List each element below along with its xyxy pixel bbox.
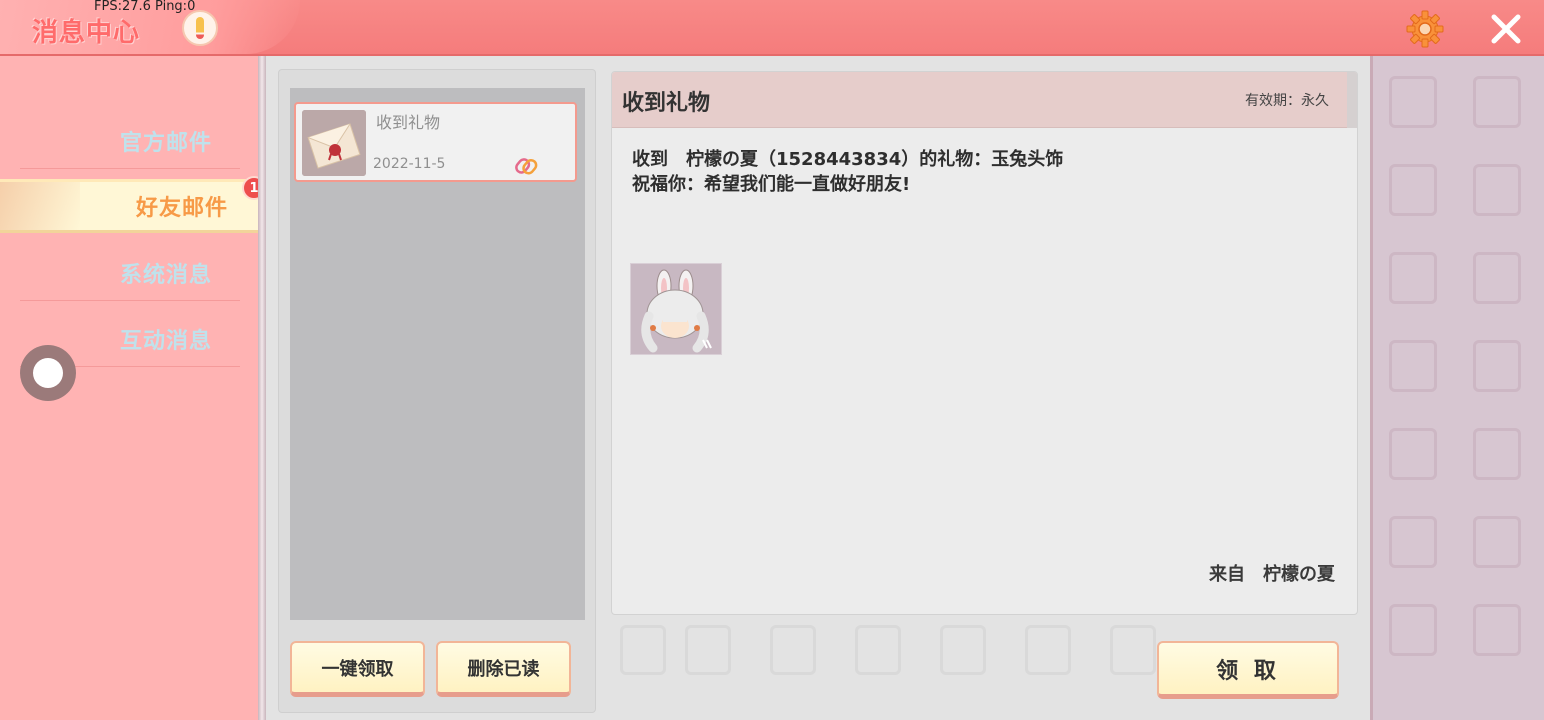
- decorative-background-strip: [1370, 56, 1544, 720]
- active-tab-decoration: [0, 182, 80, 230]
- mail-subject: 收到礼物: [376, 113, 441, 132]
- bunny-headwear-icon: [631, 264, 721, 354]
- sidebar-item-label: 官方邮件: [119, 131, 212, 156]
- mail-detail-title: 收到礼物: [622, 91, 711, 116]
- page-title: 消息中心: [32, 18, 141, 48]
- sidebar-item-label: 互动消息: [119, 329, 212, 354]
- sidebar-item-label: 系统消息: [119, 263, 212, 288]
- sidebar-item-friend-mail[interactable]: 好友邮件: [0, 179, 266, 233]
- info-icon[interactable]: [182, 10, 218, 46]
- gift-item-slot[interactable]: [630, 263, 722, 355]
- envelope-icon: [302, 110, 366, 176]
- mail-detail-header: 收到礼物 有效期：永久: [612, 72, 1357, 128]
- claim-button[interactable]: 领 取: [1157, 641, 1339, 699]
- claim-all-button[interactable]: 一键领取: [290, 641, 425, 697]
- fps-overlay: FPS:27.6 Ping:0: [94, 0, 196, 14]
- sidebar-item-official-mail[interactable]: 官方邮件: [0, 113, 250, 169]
- gear-icon[interactable]: [1405, 9, 1445, 49]
- mail-body-line: 收到 柠檬の夏（1528443834）的礼物：玉兔头饰: [632, 149, 1064, 170]
- floating-joystick-button[interactable]: [20, 345, 76, 401]
- delete-read-button[interactable]: 删除已读: [436, 641, 571, 697]
- validity-label: 有效期：永久: [1245, 93, 1329, 109]
- close-icon[interactable]: [1489, 12, 1523, 46]
- attachment-icon: [515, 158, 538, 175]
- mail-body-line: 祝福你：希望我们能一直做好朋友!: [632, 174, 911, 195]
- header-edge: [1347, 72, 1357, 128]
- mail-sender: 来自 柠檬の夏: [1209, 564, 1335, 585]
- sidebar-item-system-messages[interactable]: 系统消息: [0, 245, 250, 301]
- divider: [20, 300, 240, 301]
- sidebar-item-label: 好友邮件: [135, 196, 228, 221]
- panel-divider: [258, 56, 266, 720]
- mail-date: 2022-11-5: [373, 156, 446, 172]
- mail-detail-panel: 收到礼物 有效期：永久 收到 柠檬の夏（1528443834）的礼物：玉兔头饰 …: [611, 71, 1358, 615]
- mail-list-item[interactable]: 收到礼物 2022-11-5: [294, 102, 577, 182]
- divider: [20, 168, 240, 169]
- top-bar: 消息中心 FPS:27.6 Ping:0: [0, 0, 1544, 56]
